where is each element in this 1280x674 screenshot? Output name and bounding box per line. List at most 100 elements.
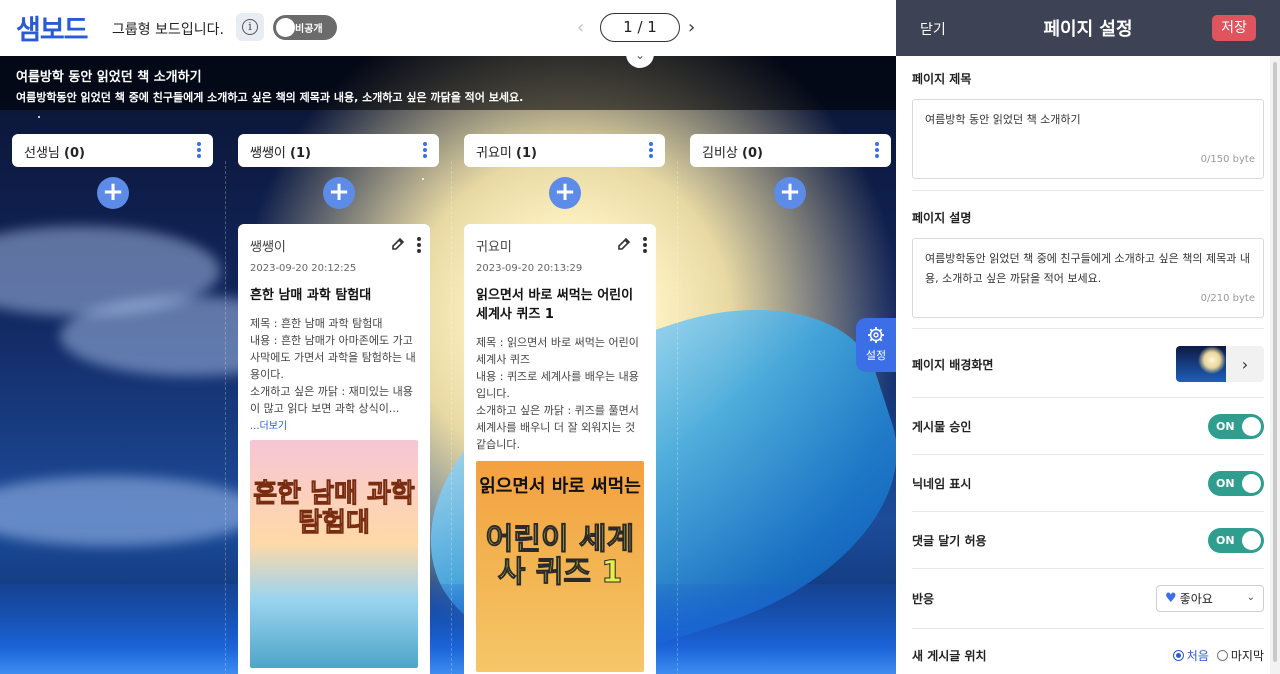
board-type-text: 그룹형 보드입니다. bbox=[112, 22, 224, 38]
pencil-icon[interactable] bbox=[616, 236, 632, 252]
heart-icon: ♥ bbox=[1165, 590, 1177, 606]
top-bar: 샘보드 그룹형 보드입니다. i 비공개 ‹ 1 / 1 › bbox=[0, 0, 896, 56]
column-header-gwiyomi[interactable]: 귀요미 (1) bbox=[464, 134, 665, 167]
reaction-label: 반응 bbox=[912, 591, 935, 606]
post-card[interactable]: 쌩쌩이 2023-09-20 20:12:25 흔한 남매 과학 탐험대 제목 … bbox=[238, 224, 430, 674]
radio-last-label[interactable]: 마지막 bbox=[1231, 647, 1264, 664]
add-post-button[interactable]: + bbox=[97, 177, 129, 209]
background-cloud bbox=[0, 476, 260, 546]
page-description-value: 여름방학동안 읽었던 책 중에 친구들에게 소개하고 싶은 책의 제목과 내용,… bbox=[925, 252, 1250, 285]
divider bbox=[912, 190, 1264, 191]
logo[interactable]: 샘보드 bbox=[16, 8, 89, 47]
read-more-link[interactable]: ...더보기 bbox=[250, 417, 418, 432]
page-title-counter: 0/150 byte bbox=[1200, 154, 1255, 165]
prev-page-button[interactable]: ‹ bbox=[577, 17, 584, 38]
column-divider bbox=[677, 161, 678, 674]
post-card[interactable]: 귀요미 2023-09-20 20:13:29 읽으면서 바로 써먹는 어린이 … bbox=[464, 224, 656, 674]
page-settings-panel: 닫기 페이지 설정 저장 페이지 제목 여름방학 동안 읽었던 책 소개하기 0… bbox=[896, 0, 1280, 674]
page-description-label: 페이지 설명 bbox=[912, 211, 972, 225]
page-title-input[interactable]: 여름방학 동안 읽었던 책 소개하기 0/150 byte bbox=[912, 99, 1264, 179]
column-header-ssaengssaengi[interactable]: 쌩쌩이 (1) bbox=[238, 134, 439, 167]
settings-button[interactable]: 설정 bbox=[856, 318, 896, 372]
radio-first-label[interactable]: 처음 bbox=[1187, 647, 1209, 664]
chevron-down-icon: ⌄ bbox=[1246, 591, 1255, 603]
column-count: (0) bbox=[64, 146, 85, 161]
more-vertical-icon[interactable] bbox=[423, 142, 427, 160]
background-thumbnail[interactable] bbox=[1176, 346, 1226, 382]
radio-first[interactable] bbox=[1172, 649, 1184, 661]
divider bbox=[912, 628, 1264, 629]
add-post-button[interactable]: + bbox=[549, 177, 581, 209]
column-header-teacher[interactable]: 선생님 (0) bbox=[12, 134, 213, 167]
private-toggle-label: 비공개 bbox=[295, 24, 323, 35]
post-date: 2023-09-20 20:12:25 bbox=[250, 263, 357, 274]
post-approval-toggle[interactable]: ON bbox=[1208, 413, 1264, 439]
reaction-row: 반응 ♥ 좋아요 ⌄ bbox=[912, 581, 1264, 615]
board-header: 여름방학 동안 읽었던 책 소개하기 여름방학동안 읽었던 책 중에 친구들에게… bbox=[0, 56, 896, 110]
column-divider bbox=[451, 161, 452, 674]
panel-header: 닫기 페이지 설정 저장 bbox=[896, 0, 1280, 56]
column-name: 귀요미 bbox=[476, 146, 512, 161]
book-cover-image[interactable]: 흔한 남매 과학 탐험대 bbox=[250, 440, 418, 668]
background-picker[interactable]: › bbox=[1176, 346, 1264, 382]
book-cover-title: 어린이 세계사 퀴즈 1 bbox=[485, 522, 635, 590]
book-cover-subtitle: 읽으면서 바로 써먹는 bbox=[479, 476, 641, 497]
next-page-button[interactable]: › bbox=[688, 17, 695, 38]
scrollbar-thumb[interactable] bbox=[1273, 62, 1277, 662]
nickname-toggle[interactable]: ON bbox=[1208, 470, 1264, 496]
board-description: 여름방학동안 읽었던 책 중에 친구들에게 소개하고 싶은 책의 제목과 내용,… bbox=[16, 91, 524, 104]
page-description-counter: 0/210 byte bbox=[1200, 293, 1255, 304]
nickname-row: 닉네임 표시 ON bbox=[912, 466, 1264, 500]
background-label: 페이지 배경화면 bbox=[912, 357, 994, 372]
comments-toggle[interactable]: ON bbox=[1208, 527, 1264, 553]
background-star bbox=[422, 178, 424, 180]
chevron-right-icon[interactable]: › bbox=[1226, 346, 1264, 382]
more-vertical-icon[interactable] bbox=[875, 142, 879, 160]
private-toggle[interactable]: 비공개 bbox=[273, 15, 337, 40]
comments-label: 댓글 달기 허용 bbox=[912, 533, 987, 548]
page-description-input[interactable]: 여름방학동안 읽었던 책 중에 친구들에게 소개하고 싶은 책의 제목과 내용,… bbox=[912, 238, 1264, 318]
post-date: 2023-09-20 20:13:29 bbox=[476, 263, 583, 274]
column-count: (0) bbox=[742, 146, 763, 161]
post-approval-label: 게시물 승인 bbox=[912, 419, 972, 434]
more-vertical-icon[interactable] bbox=[197, 142, 201, 160]
divider bbox=[912, 454, 1264, 455]
info-icon: i bbox=[242, 19, 258, 35]
column-header-kimbisang[interactable]: 김비상 (0) bbox=[690, 134, 891, 167]
radio-last[interactable] bbox=[1216, 649, 1228, 661]
info-button[interactable]: i bbox=[236, 13, 264, 41]
divider bbox=[912, 511, 1264, 512]
pencil-icon[interactable] bbox=[390, 236, 406, 252]
column-divider bbox=[225, 161, 226, 674]
board-title: 여름방학 동안 읽었던 책 소개하기 bbox=[16, 70, 202, 85]
reaction-value: 좋아요 bbox=[1179, 591, 1213, 606]
save-button[interactable]: 저장 bbox=[1212, 15, 1256, 41]
column-count: (1) bbox=[516, 146, 537, 161]
post-body: 제목 : 흔한 남매 과학 탐험대 내용 : 흔한 남매가 아마존에도 가고 사… bbox=[250, 317, 416, 415]
post-body: 제목 : 읽으면서 바로 써먹는 어린이 세계사 퀴즈 내용 : 퀴즈로 세계사… bbox=[476, 336, 639, 451]
background-star bbox=[38, 116, 40, 118]
scrollbar[interactable] bbox=[1270, 56, 1280, 674]
settings-button-label: 설정 bbox=[865, 349, 887, 362]
divider bbox=[912, 397, 1264, 398]
divider bbox=[912, 328, 1264, 329]
page-indicator: 1 / 1 bbox=[600, 13, 680, 42]
page-description-field: 페이지 설명 여름방학동안 읽었던 책 중에 친구들에게 소개하고 싶은 책의 … bbox=[912, 209, 1264, 318]
more-vertical-icon[interactable] bbox=[417, 237, 421, 255]
add-post-button[interactable]: + bbox=[323, 177, 355, 209]
book-cover-image[interactable]: 읽으면서 바로 써먹는 어린이 세계사 퀴즈 1 bbox=[476, 461, 644, 672]
column-name: 선생님 bbox=[24, 146, 60, 161]
book-cover-title: 흔한 남매 과학 탐험대 bbox=[253, 479, 416, 538]
add-post-button[interactable]: + bbox=[774, 177, 806, 209]
post-title: 흔한 남매 과학 탐험대 bbox=[250, 288, 372, 303]
page-title-value: 여름방학 동안 읽었던 책 소개하기 bbox=[925, 113, 1081, 126]
more-vertical-icon[interactable] bbox=[643, 237, 647, 255]
reaction-select[interactable]: ♥ 좋아요 ⌄ bbox=[1156, 584, 1264, 612]
divider bbox=[912, 568, 1264, 569]
more-vertical-icon[interactable] bbox=[649, 142, 653, 160]
column-name: 김비상 bbox=[702, 146, 738, 161]
new-post-position-label: 새 게시글 위치 bbox=[912, 648, 987, 663]
post-approval-row: 게시물 승인 ON bbox=[912, 409, 1264, 443]
page-title-label: 페이지 제목 bbox=[912, 72, 972, 86]
gear-icon bbox=[868, 327, 884, 343]
